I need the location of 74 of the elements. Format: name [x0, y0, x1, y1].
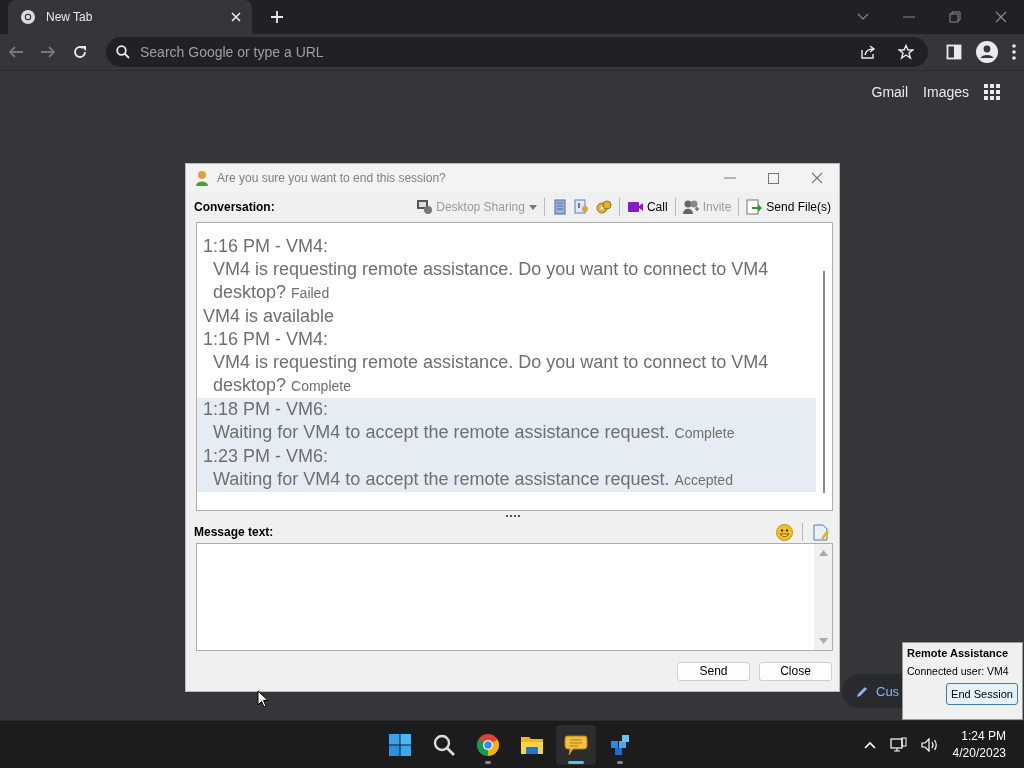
end-session-button[interactable]: End Session	[946, 683, 1018, 705]
running-indicator	[617, 760, 623, 764]
running-indicator	[568, 760, 584, 764]
address-bar[interactable]: Search Google or type a URL	[106, 37, 928, 67]
chevron-up-icon[interactable]	[863, 740, 876, 749]
running-indicator	[485, 760, 491, 764]
smiley-icon[interactable]	[776, 523, 793, 541]
browser-logo-icon	[476, 732, 500, 757]
search-icon	[116, 45, 130, 59]
header-link[interactable]: Gmail	[871, 84, 909, 100]
close-icon[interactable]	[995, 11, 1007, 23]
header-link[interactable]: Images	[923, 84, 969, 100]
dialog-button[interactable]: Close	[759, 661, 832, 681]
cubes-icon	[608, 732, 632, 757]
info-person-icon[interactable]	[573, 199, 590, 215]
dialog-button[interactable]: Send	[677, 661, 750, 681]
toolbar-button[interactable]: Call	[626, 199, 668, 215]
people-icon	[682, 199, 699, 215]
delivery-status: Failed	[291, 285, 330, 301]
pencil-icon	[856, 684, 869, 698]
search-field[interactable]: Search Google or type a URL	[138, 43, 852, 61]
speech-bubble-icon	[564, 732, 588, 757]
message-text: VM4 is requesting remote assistance. Do you want to connect to VM4 desktop? Failed	[212, 258, 770, 304]
restore-icon[interactable]	[949, 11, 961, 23]
message-header: 1:16 PM - VM4:	[203, 235, 330, 258]
taskbar-app[interactable]	[556, 724, 596, 765]
message-text: Waiting for VM4 to accept the remote assistance request. Accepted	[212, 468, 734, 491]
search-icon	[432, 732, 456, 757]
message-text: VM4 is requesting remote assistance. Do you want to connect to VM4 desktop? Complete	[212, 351, 770, 397]
chevron-down-icon[interactable]	[857, 13, 869, 21]
window-title: Are you sure you want to end this session?	[217, 171, 447, 185]
forward-icon[interactable]	[40, 44, 56, 60]
more-menu-icon[interactable]	[1012, 44, 1016, 60]
message-header: 1:18 PM - VM6:	[203, 398, 330, 421]
clock-date: 4/20/2023	[952, 746, 1006, 760]
reload-icon[interactable]	[72, 44, 88, 60]
message-header: 1:16 PM - VM4:	[203, 328, 330, 351]
notebook-icon[interactable]	[551, 199, 568, 215]
caret-icon	[528, 204, 537, 210]
conversation-label: Conversation:	[194, 200, 276, 214]
gears-icon[interactable]	[595, 199, 612, 215]
mouse-cursor-icon	[257, 690, 269, 708]
side-panel-icon[interactable]	[946, 44, 962, 60]
maximize-icon[interactable]	[768, 172, 779, 184]
scrollbar-thumb[interactable]	[823, 271, 825, 493]
network-icon[interactable]	[889, 736, 907, 753]
tab-title: New Tab	[46, 10, 94, 24]
chrome-logo-icon	[20, 9, 36, 25]
delivery-status: Complete	[674, 425, 735, 441]
monitor-icon	[416, 199, 433, 215]
person-icon	[195, 170, 209, 186]
back-icon[interactable]	[8, 44, 24, 60]
profile-icon[interactable]	[976, 41, 998, 63]
windows-logo-icon	[388, 732, 412, 757]
connected-user-label: Connected user:	[907, 665, 985, 677]
status-notice: VM4 is available	[203, 305, 336, 328]
clock-time: 1:24 PM	[961, 729, 1006, 743]
video-camera-icon	[626, 199, 643, 215]
apps-grid-icon[interactable]	[984, 84, 1000, 100]
message-text: Waiting for VM4 to accept the remote assistance request. Complete	[212, 421, 736, 444]
volume-icon[interactable]	[920, 736, 939, 753]
browser-tab[interactable]: New Tab	[8, 0, 252, 34]
message-header: 1:23 PM - VM6:	[203, 445, 330, 468]
clock[interactable]: 1:24 PM 4/20/2023	[952, 729, 1006, 760]
share-icon[interactable]	[860, 44, 876, 60]
delivery-status: Accepted	[674, 472, 733, 488]
new-tab-icon[interactable]	[270, 10, 284, 24]
popup-title: Remote Assistance	[907, 647, 1010, 659]
star-icon[interactable]	[898, 44, 914, 60]
connected-user-value: VM4	[987, 665, 1009, 677]
message-label: Message text:	[194, 525, 275, 539]
file-arrow-icon	[746, 199, 763, 215]
toolbar-button[interactable]: Send File(s)	[746, 199, 831, 215]
delivery-status: Complete	[291, 378, 351, 394]
